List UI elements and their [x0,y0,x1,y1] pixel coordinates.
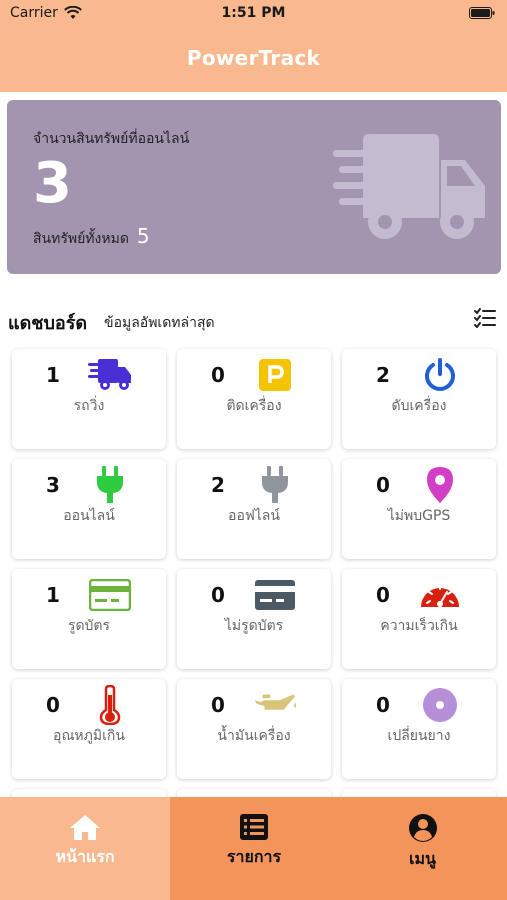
tile-engine-on[interactable]: 0 ติดเครื่อง [177,349,331,449]
card-dark-icon [253,575,297,615]
tile-count: 1 [46,583,60,607]
tile-card-not-swiped[interactable]: 0 ไม่รูดบัตร [177,569,331,669]
bottom-nav: หน้าแรก รายการ เมนู [0,797,507,900]
moving-truck-icon [88,355,132,395]
tile-label: ออนไลน์ [63,508,115,524]
speedometer-icon [418,575,462,615]
online-assets-count: 3 [33,151,72,216]
tile-label: เปลี่ยนยาง [387,728,451,744]
tile-overspeed[interactable]: 0 ความเร็วเกิน [342,569,496,669]
plug-offline-icon [253,465,297,505]
tile-label: น้ำมันเครื่อง [217,728,291,744]
tile-label: ไม่รูดบัตร [224,618,284,634]
tile-label: ดับเครื่อง [391,398,447,414]
tile-over-temperature[interactable]: 0 อุณหภูมิเกิน [12,679,166,779]
tile-label: ความเร็วเกิน [380,618,458,634]
total-assets-count: 5 [136,224,150,248]
tile-count: 3 [46,473,60,497]
truck-background-icon [333,134,485,239]
top-bar: Carrier 1:51 PM PowerTrack [0,0,507,92]
tile-label: ไม่พบGPS [387,508,451,524]
tile-count: 0 [376,693,390,717]
online-assets-label: จำนวนสินทรัพย์ที่ออนไลน์ [33,131,190,147]
tile-count: 0 [211,363,225,387]
tile-label: รูดบัตร [67,618,111,634]
tile-count: 0 [211,693,225,717]
nav-list[interactable]: รายการ [170,797,338,900]
total-assets-label: สินทรัพย์ทั้งหมด [33,231,129,247]
nav-menu[interactable]: เมนู [338,797,507,900]
tire-icon [418,685,462,725]
oil-can-icon [253,685,297,725]
tile-offline[interactable]: 2 ออฟไลน์ [177,459,331,559]
tile-engine-oil[interactable]: 0 น้ำมันเครื่อง [177,679,331,779]
tile-card-swiped[interactable]: 1 รูดบัตร [12,569,166,669]
tile-label: อุณหภูมิเกิน [53,728,125,744]
tile-change-tire[interactable]: 0 เปลี่ยนยาง [342,679,496,779]
tile-count: 0 [46,693,60,717]
dashboard-subtitle: ข้อมูลอัพเดทล่าสุด [104,315,215,331]
home-icon [70,815,100,840]
power-icon [418,355,462,395]
nav-home[interactable]: หน้าแรก [0,797,170,900]
nav-menu-label: เมนู [409,849,436,868]
plug-online-icon [88,465,132,505]
tile-online[interactable]: 3 ออนไลน์ [12,459,166,559]
parking-icon [253,355,297,395]
battery-icon [469,7,495,19]
tile-label: ติดเครื่อง [226,398,282,414]
tile-engine-off[interactable]: 2 ดับเครื่อง [342,349,496,449]
tile-label: ออฟไลน์ [228,508,280,524]
card-icon [88,575,132,615]
thermometer-icon [88,685,132,725]
checklist-icon[interactable] [474,308,496,328]
user-circle-icon [408,814,437,842]
tile-label: รถวิ่ง [73,398,105,414]
dashboard-header: แดชบอร์ด ข้อมูลอัพเดทล่าสุด [8,306,496,336]
nav-home-label: หน้าแรก [55,847,115,866]
map-pin-icon [418,465,462,505]
tile-count: 2 [211,473,225,497]
page-title: PowerTrack [186,46,321,70]
tile-count: 2 [376,363,390,387]
nav-list-label: รายการ [226,847,282,866]
tile-no-gps[interactable]: 0 ไม่พบGPS [342,459,496,559]
tile-count: 1 [46,363,60,387]
status-time: 1:51 PM [221,5,286,21]
tile-count: 0 [376,473,390,497]
dashboard-title: แดชบอร์ด [8,313,88,334]
tile-moving[interactable]: 1 รถวิ่ง [12,349,166,449]
total-assets-row: สินทรัพย์ทั้งหมด 5 [33,224,150,250]
tile-count: 0 [211,583,225,607]
tile-count: 0 [376,583,390,607]
status-bar: Carrier 1:51 PM [0,0,507,28]
online-summary-card[interactable]: จำนวนสินทรัพย์ที่ออนไลน์ 3 สินทรัพย์ทั้ง… [7,100,501,274]
list-icon [240,814,268,840]
